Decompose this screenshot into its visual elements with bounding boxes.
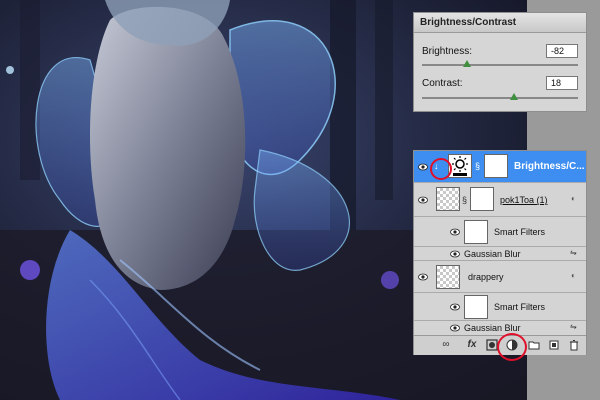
folder-icon[interactable] xyxy=(528,339,540,351)
layer-mask-thumbnail[interactable] xyxy=(484,154,508,178)
layer-row-smart-filters[interactable]: Smart Filters xyxy=(414,293,586,321)
contrast-input[interactable]: 18 xyxy=(546,76,578,90)
layer-row-gaussian-blur[interactable]: Gaussian Blur ⇋ xyxy=(414,321,586,335)
layer-row-gaussian-blur[interactable]: Gaussian Blur ⇋ xyxy=(414,247,586,261)
link-icon[interactable]: ∞ xyxy=(440,339,452,351)
brightness-label: Brightness: xyxy=(422,46,473,57)
eye-icon[interactable] xyxy=(418,163,428,171)
layer-row-smart-filters[interactable]: Smart Filters xyxy=(414,217,586,247)
layer-name[interactable]: Gaussian Blur xyxy=(464,249,521,259)
chain-link-icon[interactable]: § xyxy=(462,195,467,205)
panel-title: Brightness/Contrast xyxy=(414,13,586,33)
new-layer-icon[interactable] xyxy=(548,339,560,351)
brightness-slider-track[interactable] xyxy=(422,64,578,66)
highlight-clip-circle xyxy=(430,158,452,180)
filter-options-icon[interactable]: ⇋ xyxy=(570,248,577,257)
brightness-slider-thumb[interactable] xyxy=(463,60,472,67)
layer-name[interactable]: drappery xyxy=(468,272,504,282)
brightness-contrast-panel: Brightness/Contrast Brightness: -82 Cont… xyxy=(413,12,587,112)
chain-link-icon[interactable]: § xyxy=(475,161,480,171)
contrast-label: Contrast: xyxy=(422,78,463,89)
fx-button[interactable]: fx xyxy=(466,339,478,351)
eye-icon[interactable] xyxy=(450,228,460,236)
eye-icon[interactable] xyxy=(418,273,428,281)
layer-name[interactable]: Smart Filters xyxy=(494,227,545,237)
filter-options-icon[interactable]: ⇋ xyxy=(570,322,577,331)
layer-thumbnail[interactable] xyxy=(436,187,460,211)
smart-filter-mask-thumbnail[interactable] xyxy=(464,220,488,244)
layer-name[interactable]: Smart Filters xyxy=(494,302,545,312)
layer-name[interactable]: pok1Toa (1) xyxy=(500,195,548,205)
smart-object-icon: ◐ xyxy=(571,271,576,280)
contrast-slider-track[interactable] xyxy=(422,97,578,99)
smart-filter-mask-thumbnail[interactable] xyxy=(470,187,494,211)
smart-object-icon: ◐ xyxy=(571,194,576,203)
brightness-input[interactable]: -82 xyxy=(546,44,578,58)
layer-thumbnail[interactable] xyxy=(436,265,460,289)
highlight-adjustment-circle xyxy=(497,333,527,361)
layer-row-pok1toa[interactable]: § pok1Toa (1) ◐ xyxy=(414,183,586,217)
layer-row-drappery[interactable]: drappery ◐ xyxy=(414,261,586,293)
layer-name[interactable]: Brightness/C... xyxy=(514,161,585,172)
eye-icon[interactable] xyxy=(450,324,460,332)
eye-icon[interactable] xyxy=(450,303,460,311)
layers-panel: ↓ § Brightness/C... § pok1Toa (1) ◐ Smar… xyxy=(413,150,587,355)
smart-filter-mask-thumbnail[interactable] xyxy=(464,295,488,319)
layer-name[interactable]: Gaussian Blur xyxy=(464,323,521,333)
contrast-slider-thumb[interactable] xyxy=(510,93,519,100)
eye-icon[interactable] xyxy=(418,196,428,204)
eye-icon[interactable] xyxy=(450,250,460,258)
trash-icon[interactable] xyxy=(568,339,580,351)
